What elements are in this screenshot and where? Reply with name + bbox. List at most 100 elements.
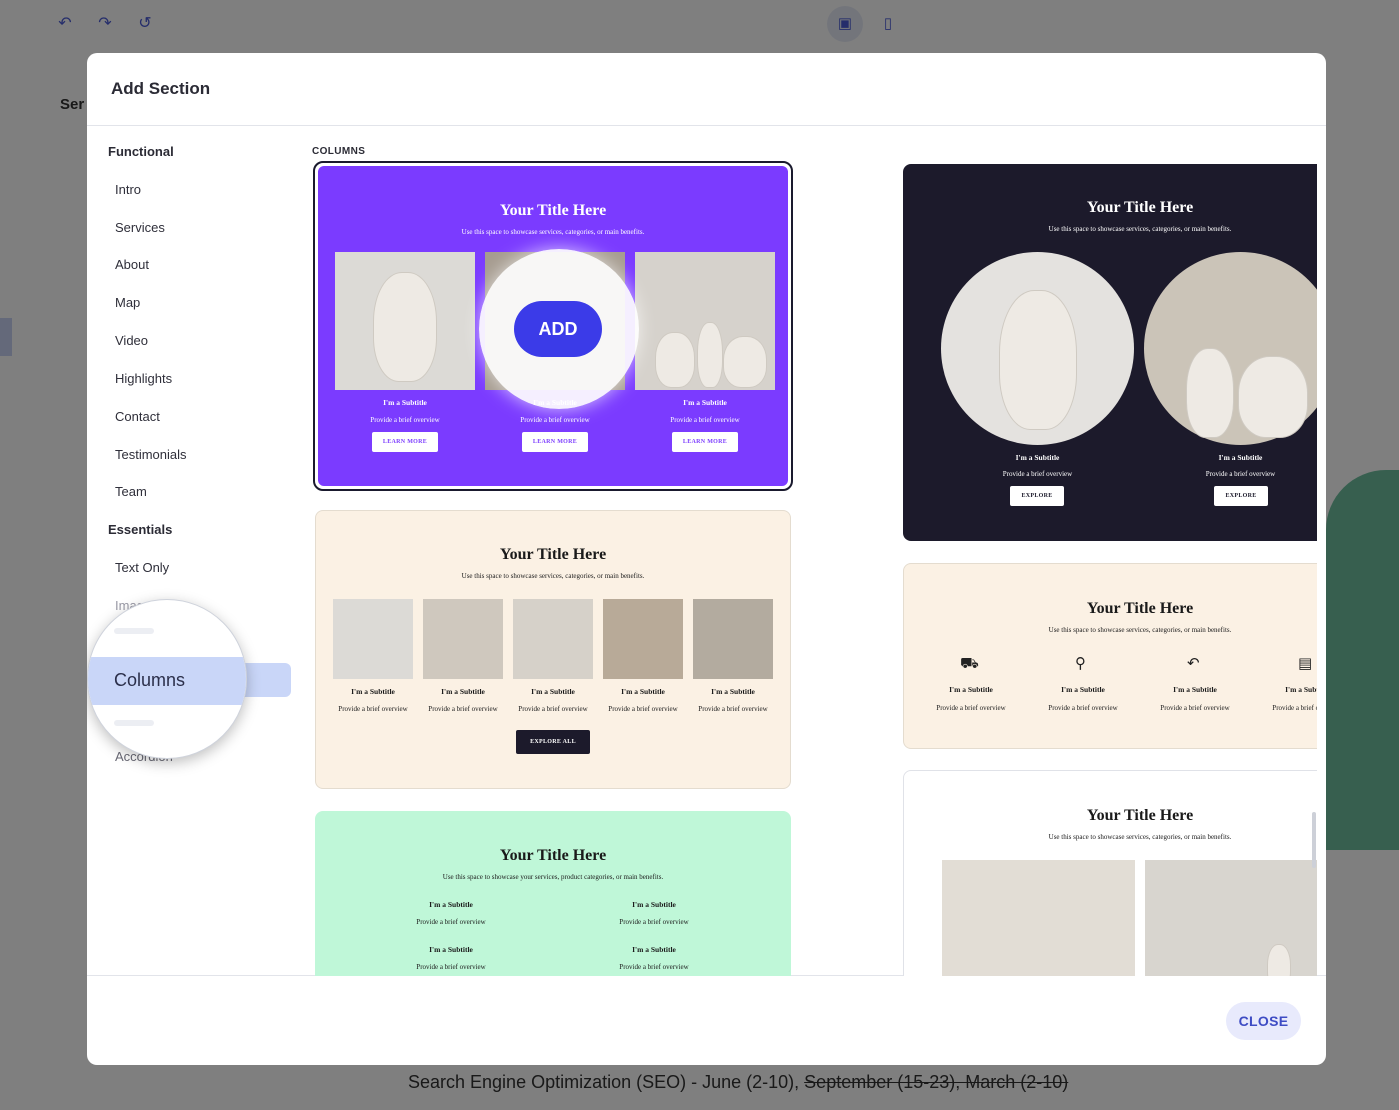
modal-body: Functional Intro Services About Map Vide… xyxy=(87,127,1326,976)
column-overview: Provide a brief overview xyxy=(1002,470,1073,478)
modal-title: Add Section xyxy=(111,79,211,98)
sidebar-item-about[interactable]: About xyxy=(115,257,149,272)
template-title: Your Title Here xyxy=(499,202,607,219)
column-subtitle: I'm a Subtitle xyxy=(1285,685,1317,694)
sidebar-item-contact[interactable]: Contact xyxy=(115,409,160,424)
column-subtitle: I'm a Subtitle xyxy=(621,687,665,696)
template-title: Your Title Here xyxy=(1086,600,1194,617)
location-pin-icon: ⚲ xyxy=(1075,654,1086,672)
column-overview: Provide a brief overview xyxy=(416,963,486,971)
template-card-columns-icons[interactable]: Your Title Here Use this space to showca… xyxy=(903,563,1317,749)
column-subtitle: I'm a Subtitle xyxy=(632,945,676,954)
template-card-columns-mint[interactable]: Your Title Here Use this space to showca… xyxy=(315,811,791,976)
scrollbar-thumb[interactable] xyxy=(1312,812,1316,868)
column-overview: Provide a brief overview xyxy=(698,705,768,713)
column-overview: Provide a brief overview xyxy=(1048,704,1118,712)
section-templates-grid: COLUMNS Your Title Here Use this space t… xyxy=(297,127,1317,976)
explore-button: EXPLORE xyxy=(1214,486,1268,506)
template-card-columns-white[interactable]: Your Title Here Use this space to showca… xyxy=(903,770,1317,976)
magnifier-faint-line xyxy=(114,720,154,726)
explore-button: EXPLORE xyxy=(1010,486,1064,506)
vase-shape xyxy=(697,322,723,388)
modal-footer: CLOSE xyxy=(87,977,1326,1065)
column-subtitle: I'm a Subtitle xyxy=(949,685,993,694)
template-description: Use this space to showcase services, cat… xyxy=(1048,225,1232,233)
column-image xyxy=(513,599,593,679)
learn-more-button: LEARN MORE xyxy=(372,432,438,452)
sidebar-item-intro[interactable]: Intro xyxy=(115,182,141,197)
modal-header: Add Section xyxy=(87,53,1326,126)
column-overview: Provide a brief overview xyxy=(1160,704,1230,712)
template-description: Use this space to showcase services, cat… xyxy=(461,572,645,580)
column-overview: Provide a brief overview xyxy=(520,416,590,424)
column-overview: Provide a brief overview xyxy=(428,705,498,713)
template-card-columns-purple[interactable]: Your Title Here Use this space to showca… xyxy=(313,161,793,491)
circle-image xyxy=(941,252,1134,445)
column-overview: Provide a brief overview xyxy=(936,704,1006,712)
template-card-columns-cream-five[interactable]: Your Title Here Use this space to showca… xyxy=(315,510,791,789)
circle-image xyxy=(1144,252,1317,445)
sidebar-heading-essentials: Essentials xyxy=(108,522,173,537)
column-image xyxy=(335,252,475,390)
column-overview: Provide a brief overview xyxy=(608,705,678,713)
column-overview: Provide a brief overview xyxy=(416,918,486,926)
template-description: Use this space to showcase services, cat… xyxy=(1048,833,1232,841)
column-subtitle: I'm a Subtitle xyxy=(1173,685,1217,694)
sidebar-item-testimonials[interactable]: Testimonials xyxy=(115,447,187,462)
template-title: Your Title Here xyxy=(499,847,607,864)
sidebar-item-services[interactable]: Services xyxy=(115,220,165,235)
template-title: Your Title Here xyxy=(499,546,607,563)
section-group-label: COLUMNS xyxy=(312,146,366,157)
column-overview: Provide a brief overview xyxy=(338,705,408,713)
vase-shape xyxy=(655,332,695,388)
column-overview: Provide a brief overview xyxy=(670,416,740,424)
column-subtitle: I'm a Subtitle xyxy=(429,900,473,909)
learn-more-button: LEARN MORE xyxy=(522,432,588,452)
add-magnifier: ADD xyxy=(479,249,639,409)
template-description: Use this space to showcase services, cat… xyxy=(461,228,645,236)
sidebar-item-text-only[interactable]: Text Only xyxy=(115,560,169,575)
column-image xyxy=(423,599,503,679)
sidebar-item-video[interactable]: Video xyxy=(115,333,148,348)
return-arrow-icon: ↶ xyxy=(1187,654,1200,672)
template-card-columns-dark[interactable]: Your Title Here Use this space to showca… xyxy=(903,164,1317,541)
vase-shape xyxy=(1238,356,1308,438)
vase-shape xyxy=(1186,348,1234,438)
template-title: Your Title Here xyxy=(1086,199,1194,216)
column-subtitle: I'm a Subtitle xyxy=(1218,453,1263,462)
vase-shape xyxy=(723,336,767,388)
sidebar-item-team[interactable]: Team xyxy=(115,484,147,499)
template-preview: Your Title Here Use this space to showca… xyxy=(318,166,788,486)
column-subtitle: I'm a Subtitle xyxy=(351,687,395,696)
column-image xyxy=(635,252,775,390)
column-subtitle: I'm a Subtitle xyxy=(531,687,575,696)
column-image xyxy=(1145,860,1317,976)
close-button[interactable]: CLOSE xyxy=(1226,1002,1301,1040)
truck-icon: ⛟ xyxy=(960,654,979,672)
add-section-modal: Add Section Functional Intro Services Ab… xyxy=(87,53,1326,1065)
add-template-button[interactable]: ADD xyxy=(514,301,602,357)
column-image xyxy=(942,860,1135,976)
column-subtitle: I'm a Subtitle xyxy=(683,398,727,407)
sidebar-item-columns-label[interactable]: Columns xyxy=(114,670,185,691)
template-description: Use this space to showcase your services… xyxy=(442,873,664,881)
sidebar-item-highlights[interactable]: Highlights xyxy=(115,371,172,386)
vase-shape xyxy=(1267,944,1291,976)
vase-shape xyxy=(999,290,1077,430)
column-subtitle: I'm a Subtitle xyxy=(1015,453,1060,462)
column-subtitle: I'm a Subtitle xyxy=(383,398,427,407)
column-overview: Provide a brief overview xyxy=(619,918,689,926)
explore-all-button: EXPLORE ALL xyxy=(516,730,590,754)
magnifier-faint-line xyxy=(114,628,154,634)
column-overview: Provide a brief overview xyxy=(619,963,689,971)
column-subtitle: I'm a Subtitle xyxy=(1061,685,1105,694)
column-subtitle: I'm a Subtitle xyxy=(632,900,676,909)
column-overview: Provide a brief overview xyxy=(370,416,440,424)
sidebar-item-map[interactable]: Map xyxy=(115,295,140,310)
sidebar-heading-functional: Functional xyxy=(108,144,174,159)
vase-shape xyxy=(373,272,437,382)
content-scrollbar[interactable] xyxy=(1310,127,1318,976)
learn-more-button: LEARN MORE xyxy=(672,432,738,452)
column-image xyxy=(603,599,683,679)
column-overview: Provide a brief overview xyxy=(1205,470,1276,478)
